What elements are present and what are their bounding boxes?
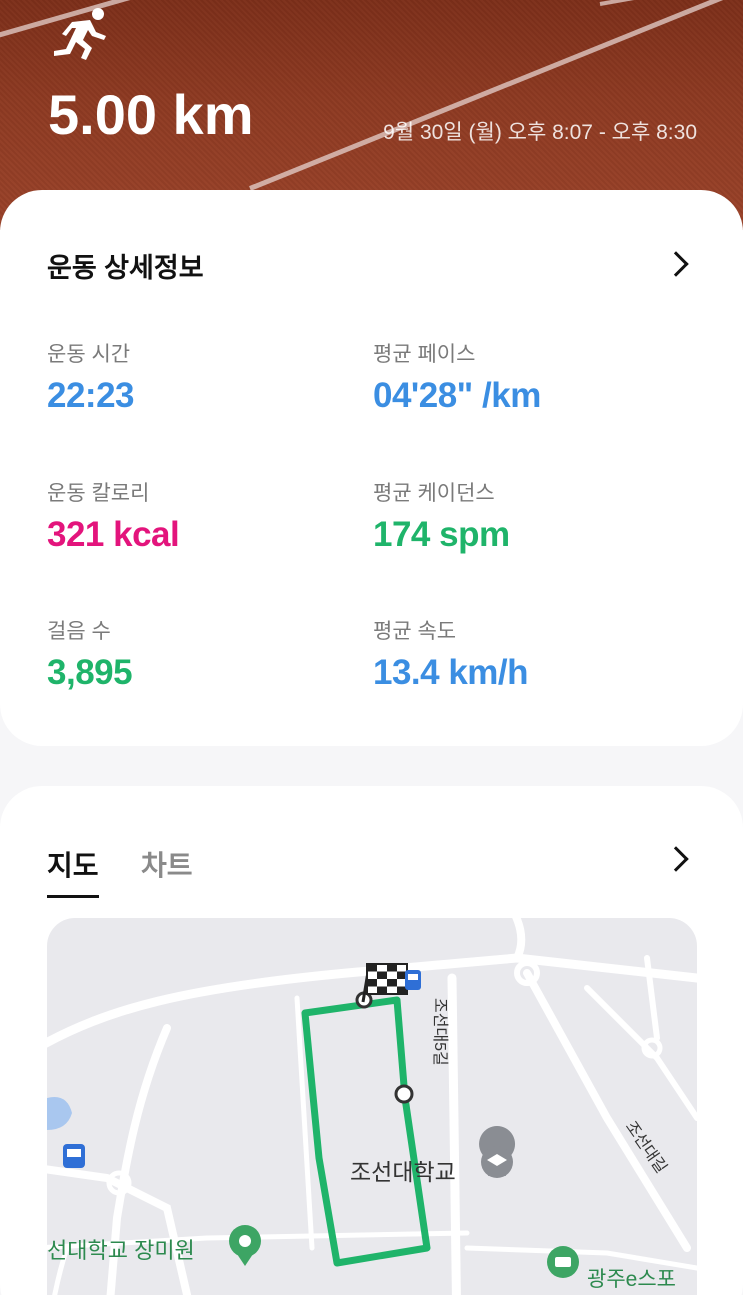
stat-value: 13.4 km/h bbox=[373, 653, 529, 692]
stat-steps: 걸음 수 3,895 bbox=[47, 615, 133, 693]
university-pin-icon bbox=[479, 1126, 516, 1178]
tab-map[interactable]: 지도 bbox=[47, 844, 99, 898]
stat-value: 22:23 bbox=[47, 376, 135, 415]
bus-stop-icon bbox=[405, 970, 421, 990]
details-title: 운동 상세정보 bbox=[47, 253, 204, 283]
roundabout bbox=[641, 1037, 663, 1059]
poi-label-sports: 광주e스포 bbox=[587, 1268, 676, 1291]
stat-label: 평균 속도 bbox=[373, 620, 457, 643]
stat-workout-time: 운동 시간 22:23 bbox=[47, 338, 135, 416]
stat-calories: 운동 칼로리 321 kcal bbox=[47, 477, 180, 555]
map-chart-card: 지도 차트 조선대5길 조선대길 조선대학교 선대학교 장미원 광주e스포 bbox=[0, 786, 743, 1295]
workout-details-card: 운동 상세정보 운동 시간 22:23 평균 페이스 04'28" /km 운동… bbox=[0, 190, 743, 746]
total-distance: 5.00 km bbox=[48, 83, 254, 146]
stat-average-speed: 평균 속도 13.4 km/h bbox=[373, 615, 529, 693]
poi-label-garden: 선대학교 장미원 bbox=[47, 1238, 195, 1263]
midpoint-marker bbox=[394, 1084, 414, 1104]
stat-label: 운동 칼로리 bbox=[47, 482, 150, 505]
map-canvas: 조선대5길 조선대길 조선대학교 선대학교 장미원 광주e스포 bbox=[47, 918, 697, 1295]
stat-value: 321 kcal bbox=[47, 515, 180, 554]
workout-datetime: 9월 30일 (월) 오후 8:07 - 오후 8:30 bbox=[383, 121, 697, 144]
stat-label: 운동 시간 bbox=[47, 343, 131, 366]
details-chevron-right-icon[interactable] bbox=[663, 251, 689, 277]
stat-value: 174 spm bbox=[373, 515, 510, 554]
stat-value: 3,895 bbox=[47, 653, 133, 692]
stat-average-cadence: 평균 케이던스 174 spm bbox=[373, 477, 510, 555]
stat-label: 걸음 수 bbox=[47, 620, 111, 643]
map-chevron-right-icon[interactable] bbox=[663, 846, 689, 872]
bus-stop-icon bbox=[63, 1144, 85, 1168]
running-person-icon bbox=[54, 8, 106, 60]
poi-label-university: 조선대학교 bbox=[350, 1159, 456, 1185]
sports-pin-icon bbox=[547, 1246, 579, 1278]
tab-chart[interactable]: 차트 bbox=[141, 844, 193, 884]
water-area bbox=[47, 1097, 72, 1130]
stat-label: 평균 케이던스 bbox=[373, 482, 495, 505]
garden-pin-icon bbox=[229, 1225, 261, 1266]
road-label: 조선대5길 bbox=[431, 998, 449, 1066]
stat-value: 04'28" /km bbox=[373, 376, 541, 415]
stat-label: 평균 페이스 bbox=[373, 343, 476, 366]
running-route bbox=[301, 996, 431, 1267]
stat-average-pace: 평균 페이스 04'28" /km bbox=[373, 338, 541, 416]
route-map[interactable]: 조선대5길 조선대길 조선대학교 선대학교 장미원 광주e스포 bbox=[47, 918, 697, 1295]
